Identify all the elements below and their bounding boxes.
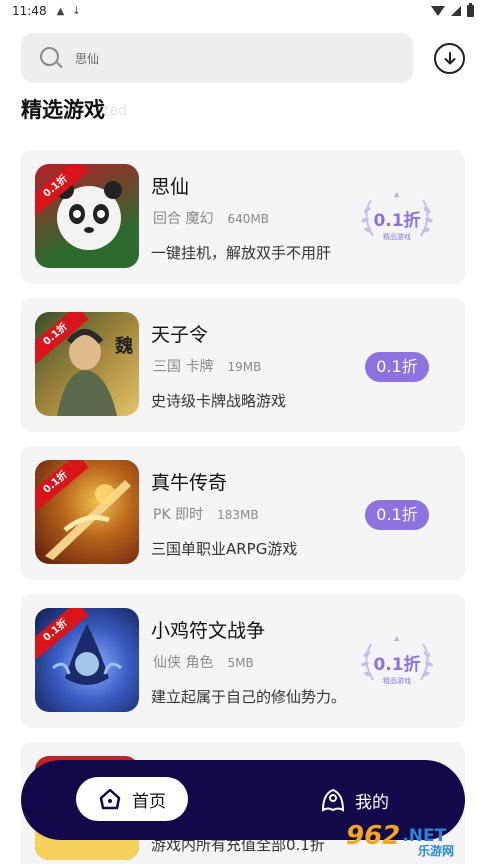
home-icon (99, 788, 121, 810)
game-name: 思仙 (151, 176, 190, 198)
status-time: 11:48 (12, 4, 47, 18)
discount-badge: 0.1折 (365, 352, 429, 382)
game-tags: 回合 魔幻 640MB (153, 208, 269, 228)
game-icon: 0.1折 (35, 164, 139, 268)
game-tags-text: PK 即时 (153, 507, 204, 523)
game-card[interactable]: 魏 0.1折 天子令 三国 卡牌 19MB 史诗级卡牌战略游戏 0.1折 (21, 298, 465, 432)
user-icon (321, 788, 345, 812)
watermark-number: 962 (346, 821, 401, 851)
game-icon: 0.1折 (35, 608, 139, 712)
discount-laurel-badge: 0.1折 精品游戏 (355, 188, 439, 244)
site-watermark: 962 .NET 乐游网 (346, 812, 482, 860)
game-card[interactable]: 0.1折 真牛传奇 PK 即时 183MB 三国单职业ARPG游戏 0.1折 (21, 446, 465, 580)
game-tags: 三国 卡牌 19MB (153, 356, 261, 376)
download-button[interactable] (434, 43, 465, 74)
game-tags: PK 即时 183MB (153, 504, 259, 524)
game-size: 183MB (217, 508, 259, 522)
svg-text:魏: 魏 (114, 335, 133, 357)
status-bar: 11:48 ▲ ↓ (0, 0, 486, 22)
game-tags: 仙侠 角色 5MB (153, 652, 254, 672)
section-title: 精选游戏 (21, 98, 105, 122)
signal-icon (451, 6, 461, 16)
game-size: 5MB (227, 656, 254, 670)
wifi-icon (431, 6, 445, 16)
nav-mine-label: 我的 (355, 792, 389, 813)
game-icon: 魏 0.1折 (35, 312, 139, 416)
game-name: 天子令 (151, 324, 209, 346)
game-tags-text: 回合 魔幻 (153, 211, 214, 227)
game-list: 0.1折 思仙 回合 魔幻 640MB 一键挂机，解放双手不用肝 0.1折 精品游… (21, 150, 465, 864)
game-card[interactable]: 0.1折 思仙 回合 魔幻 640MB 一键挂机，解放双手不用肝 0.1折 精品游… (21, 150, 465, 284)
discount-value: 0.1折 (373, 211, 421, 231)
game-size: 19MB (227, 360, 262, 374)
download-status-icon: ↓ (72, 5, 81, 17)
nav-home-button[interactable]: 首页 (76, 777, 188, 821)
game-desc: 史诗级卡牌战略游戏 (151, 392, 287, 410)
watermark-sub: 乐游网 (418, 844, 455, 858)
discount-value: 0.1折 (373, 655, 421, 675)
discount-sub-label: 精品游戏 (383, 233, 411, 241)
game-name: 小鸡符文战争 (151, 620, 266, 642)
battery-icon (467, 3, 474, 17)
search-icon (39, 46, 63, 70)
a-icon: ▲ (56, 5, 65, 17)
download-icon (444, 51, 455, 64)
game-desc: 三国单职业ARPG游戏 (151, 540, 298, 558)
discount-laurel-badge: 0.1折 精品游戏 (355, 632, 439, 688)
game-tags-text: 三国 卡牌 (153, 359, 214, 375)
discount-sub-label: 精品游戏 (383, 677, 411, 685)
game-card[interactable]: 0.1折 小鸡符文战争 仙侠 角色 5MB 建立起属于自己的修仙势力。 0.1折 … (21, 594, 465, 728)
game-desc: 一键挂机，解放双手不用肝 (151, 244, 332, 262)
nav-home-label: 首页 (132, 791, 166, 812)
game-size: 640MB (227, 212, 269, 226)
game-name: 真牛传奇 (151, 472, 228, 494)
section-ghost-text: ted (104, 103, 127, 119)
game-icon: 0.1折 (35, 460, 139, 564)
game-tags-text: 仙侠 角色 (153, 655, 214, 671)
discount-badge: 0.1折 (365, 500, 429, 530)
game-desc: 建立起属于自己的修仙势力。 (151, 688, 347, 706)
search-bar[interactable]: 思仙 (21, 33, 413, 83)
search-input[interactable]: 思仙 (75, 50, 99, 67)
